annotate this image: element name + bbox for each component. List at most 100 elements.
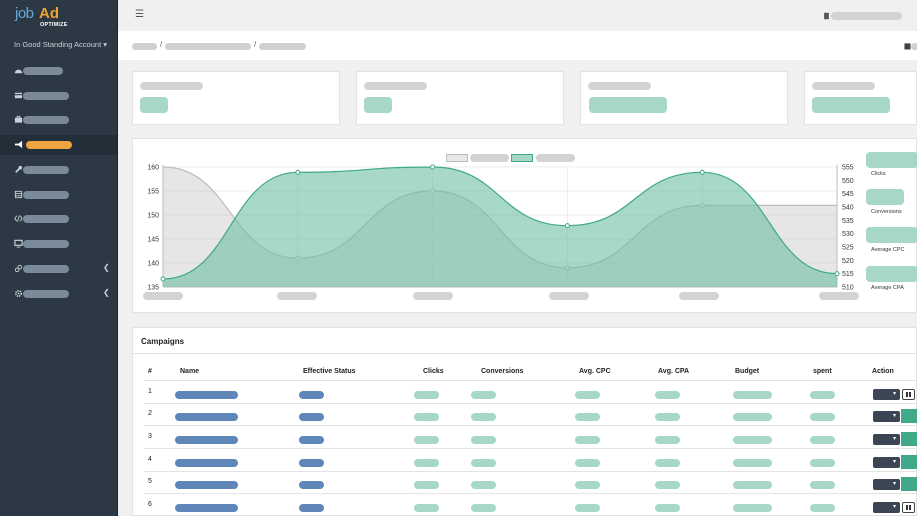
action-dropdown-button[interactable]: ▾	[873, 479, 900, 490]
action-dropdown-button[interactable]: ▾	[873, 411, 900, 422]
pause-icon	[906, 392, 911, 397]
breadcrumb-item[interactable]	[165, 43, 251, 50]
action-dropdown-button[interactable]: ▾	[873, 457, 900, 468]
x-tick-label	[277, 292, 317, 300]
sidebar-item-jobs[interactable]	[0, 110, 117, 130]
breadcrumb-item[interactable]	[132, 43, 157, 50]
sidebar-item-code[interactable]	[0, 209, 117, 229]
row-index: 4	[148, 456, 152, 463]
campaign-name-link[interactable]	[175, 504, 238, 512]
play-button[interactable]	[901, 432, 917, 446]
spent-value	[810, 481, 835, 489]
stat-value-avg-cpc	[866, 227, 917, 243]
campaign-name-link[interactable]	[175, 436, 238, 444]
play-button[interactable]	[901, 409, 917, 423]
gear-icon	[14, 289, 23, 298]
data-point	[430, 164, 436, 170]
conversions-value	[471, 481, 496, 489]
sidebar-item-billing[interactable]	[0, 86, 117, 106]
caret-down-icon: ▾	[892, 459, 896, 465]
stat-value-clicks	[866, 152, 917, 168]
stat-label-clicks: Clicks	[871, 171, 886, 177]
col-header-conversions[interactable]: Conversions	[481, 368, 523, 375]
chevron-left-icon: ❮	[103, 263, 110, 272]
col-header-avg-cpc[interactable]: Avg. CPC	[579, 368, 611, 375]
avg-cpc-value	[575, 436, 600, 444]
logo-job-text: job	[15, 5, 34, 22]
table-icon	[14, 190, 23, 199]
sidebar: job Ad OPTIMIZE In Good Standing Account…	[0, 0, 118, 516]
status-badge	[299, 481, 324, 489]
code-icon	[14, 215, 23, 222]
menu-icon[interactable]: ☰	[135, 9, 144, 20]
action-dropdown-button[interactable]: ▾	[873, 434, 900, 445]
col-header-clicks[interactable]: Clicks	[423, 368, 444, 375]
jobadx-logo[interactable]: job Ad OPTIMIZE	[15, 5, 105, 31]
sidebar-item-links[interactable]: ❮	[0, 259, 117, 279]
campaign-name-link[interactable]	[175, 459, 238, 467]
stat-label-conversions: Conversions	[871, 209, 902, 215]
col-header-action: Action	[872, 368, 894, 375]
data-point	[295, 169, 301, 175]
campaign-name-link[interactable]	[175, 481, 238, 489]
sidebar-item-display[interactable]	[0, 234, 117, 254]
play-button[interactable]	[901, 477, 917, 491]
sidebar-item-settings[interactable]: ❮	[0, 284, 117, 304]
sidebar-item-tools[interactable]	[0, 160, 117, 180]
sidebar-item-dashboard[interactable]	[0, 61, 117, 81]
summary-card	[804, 71, 917, 125]
avg-cpc-value	[575, 481, 600, 489]
y-tick-right: 555	[842, 165, 854, 172]
pause-button[interactable]	[902, 502, 915, 513]
calendar-icon[interactable]	[904, 42, 911, 50]
series-area-1	[163, 167, 837, 287]
conversions-value	[471, 436, 496, 444]
col-header-spent[interactable]: spent	[813, 368, 832, 375]
y-tick-right: 535	[842, 218, 854, 225]
y-tick-left: 160	[147, 165, 159, 172]
stat-value-conversions	[866, 189, 904, 205]
y-tick-right: 515	[842, 271, 854, 278]
chevron-left-icon: ❮	[103, 288, 110, 297]
breadcrumb: / /	[118, 31, 917, 60]
briefcase-icon	[14, 115, 23, 123]
x-tick-label	[819, 292, 859, 300]
row-index: 1	[148, 388, 152, 395]
conversions-value	[471, 413, 496, 421]
date-range[interactable]	[911, 43, 917, 50]
stat-value-avg-cpa	[866, 266, 917, 282]
stat-label-avg-cpc: Average CPC	[871, 247, 905, 253]
y-tick-right: 545	[842, 191, 854, 198]
spent-value	[810, 391, 835, 399]
play-button[interactable]	[901, 455, 917, 469]
data-point	[564, 223, 570, 229]
col-header-name[interactable]: Name	[180, 368, 199, 375]
status-badge	[299, 436, 324, 444]
budget-value	[733, 504, 772, 512]
campaign-name-link[interactable]	[175, 413, 238, 421]
pause-button[interactable]	[902, 389, 915, 400]
budget-value	[733, 413, 772, 421]
account-status-dropdown[interactable]: In Good Standing Account ▾	[14, 40, 107, 49]
row-index: 2	[148, 410, 152, 417]
building-icon	[824, 12, 829, 20]
action-dropdown-button[interactable]: ▾	[873, 502, 900, 513]
avg-cpc-value	[575, 504, 600, 512]
avg-cpc-value	[575, 413, 600, 421]
conversions-value	[471, 391, 496, 399]
campaign-name-link[interactable]	[175, 391, 238, 399]
col-header-avg-cpa[interactable]: Avg. CPA	[658, 368, 689, 375]
action-dropdown-button[interactable]: ▾	[873, 389, 900, 400]
sidebar-item-campaigns[interactable]	[0, 135, 117, 155]
data-point	[834, 271, 840, 277]
sidebar-item-reports[interactable]	[0, 185, 117, 205]
monitor-icon	[14, 239, 23, 248]
col-header-status[interactable]: Effective Status	[303, 368, 356, 375]
dashboard-icon	[14, 69, 23, 74]
caret-down-icon: ▾	[892, 436, 896, 442]
col-header-budget[interactable]: Budget	[735, 368, 759, 375]
spent-value	[810, 504, 835, 512]
caret-down-icon: ▾	[892, 413, 896, 419]
caret-down-icon: ▾	[892, 391, 896, 397]
wrench-icon	[15, 165, 23, 173]
